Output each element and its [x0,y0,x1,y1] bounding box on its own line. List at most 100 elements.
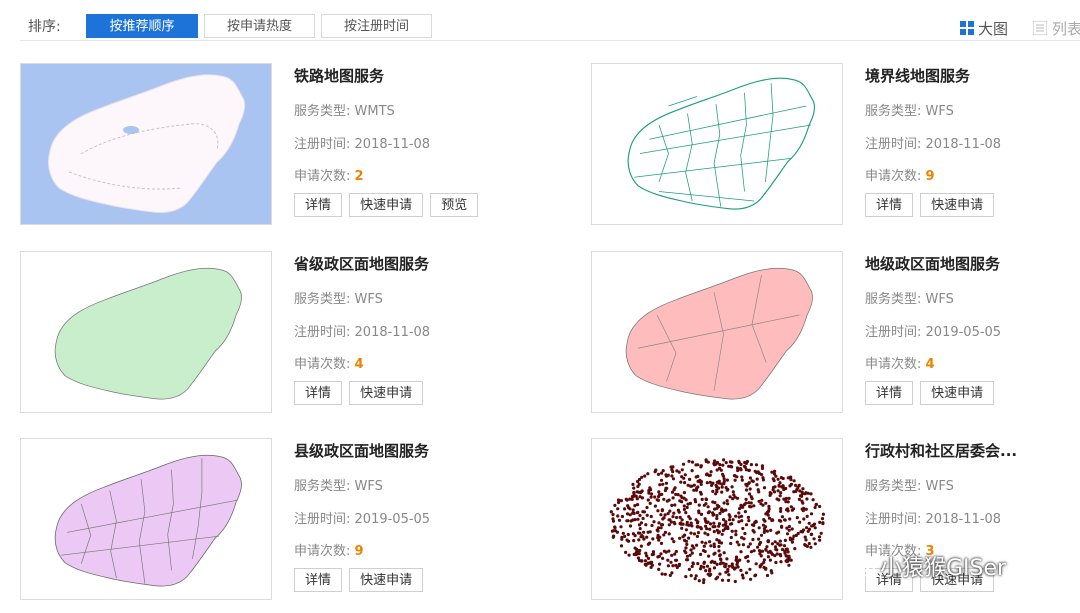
village-point [746,559,750,563]
quick-apply-button[interactable]: 快速申请 [920,193,995,217]
service-card-boundary: 境界线地图服务 服务类型: WFS 注册时间: 2018-11-08 申请次数:… [591,63,1080,228]
village-point [744,488,749,492]
village-point [773,554,777,558]
village-point [730,529,734,533]
village-point [730,562,734,566]
detail-button[interactable]: 详情 [294,381,343,405]
village-point [656,555,660,559]
register-date-row: 注册时间: 2018-11-08 [294,321,430,340]
village-point [740,514,744,518]
view-large-label: 大图 [978,20,1009,38]
card-title[interactable]: 铁路地图服务 [294,65,384,86]
village-point [766,550,770,554]
village-point [740,573,745,577]
card-title[interactable]: 境界线地图服务 [865,65,970,86]
sort-label: 排序: [28,19,61,35]
village-point [775,497,779,501]
village-point [818,504,822,509]
sort-by-popularity-button[interactable]: 按申请热度 [204,14,315,38]
village-point [785,532,790,536]
village-point [674,492,678,496]
village-point [719,468,723,472]
quick-apply-button[interactable]: 快速申请 [920,381,995,405]
village-point [754,562,758,566]
village-point [739,505,743,509]
preview-button[interactable]: 预览 [430,193,479,217]
view-list-toggle[interactable]: 列表 [1033,18,1080,39]
village-point [732,493,736,497]
village-point [718,511,722,515]
service-card-county: 县级政区面地图服务 服务类型: WFS 注册时间: 2019-05-05 申请次… [20,438,560,603]
village-point [767,516,772,520]
village-point [697,579,701,583]
detail-button[interactable]: 详情 [294,193,343,217]
province-map-thumbnail[interactable] [20,251,272,413]
village-point [697,503,701,507]
village-point [710,483,714,487]
village-point [749,495,753,499]
village-point [809,512,814,516]
village-point [792,479,796,483]
village-point [720,482,724,486]
village-map-thumbnail[interactable] [591,438,843,600]
village-point [735,540,739,544]
card-title[interactable]: 县级政区面地图服务 [294,440,429,461]
village-point [684,575,688,579]
village-point [773,540,777,544]
village-point [639,491,643,495]
card-title[interactable]: 省级政区面地图服务 [294,253,429,274]
boundary-map-thumbnail[interactable] [591,63,843,225]
village-point [739,462,743,467]
village-point [733,566,737,570]
detail-button[interactable]: 详情 [294,568,343,592]
county-map-thumbnail[interactable] [20,438,272,600]
village-point [661,469,665,473]
village-point [757,490,761,494]
detail-button[interactable]: 详情 [865,381,914,405]
village-point [625,538,629,542]
card-title[interactable]: 行政村和社区居委会... [865,440,1017,461]
village-point [673,503,677,507]
quick-apply-button[interactable]: 快速申请 [349,381,424,405]
apply-count-label: 申请次数: [865,357,922,372]
register-date-row: 注册时间: 2019-05-05 [294,508,430,527]
village-point [740,475,744,479]
village-point [651,552,656,556]
apply-count-value: 9 [925,169,935,184]
village-point [744,482,748,486]
village-point [669,465,673,469]
village-point [711,513,715,517]
village-point [737,459,741,463]
village-point [688,477,692,481]
village-point [687,459,691,463]
village-point [656,528,660,532]
village-point [794,483,798,487]
card-title[interactable]: 地级政区面地图服务 [865,253,1000,274]
sort-by-date-button[interactable]: 按注册时间 [321,14,432,38]
village-point [707,510,711,514]
service-type-value: WMTS [354,104,395,119]
village-point [636,503,640,507]
railway-map-thumbnail[interactable] [20,63,272,225]
village-point [696,485,700,489]
detail-button[interactable]: 详情 [865,193,914,217]
quick-apply-button[interactable]: 快速申请 [349,193,424,217]
village-point [657,495,661,499]
view-large-toggle[interactable]: 大图 [960,18,1008,39]
village-point [657,567,661,571]
village-point [616,514,620,518]
service-type-row: 服务类型: WFS [865,100,954,119]
village-point [698,490,703,494]
village-point [684,546,688,550]
sort-by-recommend-button[interactable]: 按推荐顺序 [86,14,198,38]
village-point [656,498,660,502]
village-point [672,511,676,515]
prefecture-map-thumbnail[interactable] [591,251,843,413]
village-point [765,529,769,533]
village-point [680,518,684,522]
village-point [749,501,753,505]
village-point [712,566,717,570]
village-point [672,520,676,525]
quick-apply-button[interactable]: 快速申请 [349,568,424,592]
village-point [702,580,706,585]
